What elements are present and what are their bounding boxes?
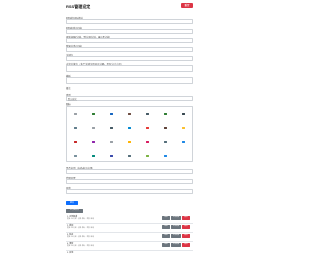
template-textarea[interactable] (66, 77, 193, 84)
refresh-button[interactable]: 立即刷新 (171, 234, 181, 238)
icon-option[interactable] (103, 135, 121, 149)
icon-option[interactable] (139, 107, 157, 121)
bell-icon (146, 113, 149, 115)
subscription-name: 5. 其他 (67, 252, 74, 254)
icon-option[interactable] (157, 107, 175, 121)
icon-option[interactable] (157, 149, 175, 163)
cloud-icon (182, 113, 185, 115)
icon-option[interactable] (139, 149, 157, 163)
dot-icon (92, 127, 95, 129)
subscription-detail: 更新: 30 分钟 · 分类: 默认 · 状态: 启用 (67, 228, 94, 229)
reset-button[interactable]: 重置 (181, 3, 193, 8)
chat-icon (92, 141, 95, 143)
arrow-icon (74, 127, 77, 129)
delete-button[interactable]: 删除 (182, 243, 190, 247)
icon-option[interactable] (175, 135, 193, 149)
icon-grid (66, 106, 193, 162)
type-select-value: 默认模式 (68, 98, 77, 101)
check-icon (110, 127, 113, 129)
filter-textarea[interactable] (66, 65, 193, 72)
leaf-icon (164, 113, 167, 115)
edit-button[interactable]: 编辑 (162, 216, 170, 220)
home-icon (146, 127, 149, 129)
pen-icon (128, 141, 131, 143)
type-select[interactable] (66, 96, 193, 101)
icon-option[interactable] (85, 121, 103, 135)
calendar-icon (128, 127, 131, 129)
icon-option[interactable] (139, 135, 157, 149)
star-icon (182, 127, 185, 129)
icon-option[interactable] (157, 121, 175, 135)
subscription-detail: 更新: 30 分钟 · 分类: 默认 · 状态: 启用 (67, 237, 94, 238)
feed-url-input[interactable] (66, 19, 193, 24)
refresh-button[interactable]: 立即刷新 (171, 225, 181, 229)
icon-option[interactable] (67, 121, 85, 135)
icon-option[interactable] (157, 135, 175, 149)
clip-icon (74, 155, 77, 157)
flag-icon (92, 113, 95, 115)
keyword-input[interactable] (66, 56, 193, 61)
notes-label: 备注 (66, 87, 71, 90)
icon-option[interactable] (67, 135, 85, 149)
other-input[interactable] (66, 189, 193, 194)
icon-option[interactable] (121, 135, 139, 149)
subscription-detail: 更新: 30 分钟 · 分类: 默认 · 状态: 启用 (67, 246, 94, 247)
icon-option[interactable] (175, 107, 193, 121)
dot-icon (74, 113, 77, 115)
category-input[interactable] (66, 47, 193, 52)
icon-option[interactable] (67, 149, 85, 163)
icon-option[interactable] (103, 121, 121, 135)
book-icon (164, 127, 167, 129)
fire-icon (164, 155, 167, 157)
globe-icon (128, 155, 131, 157)
gift-icon (74, 141, 77, 143)
edit-button[interactable]: 编辑 (162, 234, 170, 238)
icon-option[interactable] (85, 135, 103, 149)
icon-option[interactable] (175, 121, 193, 135)
delete-button[interactable]: 删除 (182, 216, 190, 220)
icon-option[interactable] (85, 107, 103, 121)
user-icon (110, 113, 113, 115)
icon-option[interactable] (67, 107, 85, 121)
icon-option[interactable] (139, 121, 157, 135)
feed-name-input[interactable] (66, 29, 193, 34)
music-icon (182, 141, 185, 143)
refresh-button[interactable]: 立即刷新 (171, 216, 181, 220)
icon-option[interactable] (85, 149, 103, 163)
cart-icon (110, 155, 113, 157)
heart-icon (146, 141, 149, 143)
pin-icon (110, 141, 113, 143)
interval-input[interactable] (66, 38, 193, 43)
enabled-input[interactable] (66, 169, 193, 174)
delete-button[interactable]: 删除 (182, 225, 190, 229)
delete-button[interactable]: 删除 (182, 234, 190, 238)
edit-button[interactable]: 编辑 (162, 225, 170, 229)
icon-option[interactable] (121, 121, 139, 135)
proxy-input[interactable] (66, 179, 193, 184)
tag-icon (92, 155, 95, 157)
camera-icon (164, 141, 167, 143)
icon-option[interactable] (103, 149, 121, 163)
icon-option[interactable] (121, 107, 139, 121)
icon-option[interactable] (121, 149, 139, 163)
subscription-list-button[interactable]: 已订阅列表 (66, 209, 83, 213)
page-title: RSS管理设定 (66, 4, 91, 9)
edit-button[interactable]: 编辑 (162, 243, 170, 247)
subscription-detail: 更新: 30 分钟 · 分类: 默认 · 状态: 启用 (67, 219, 94, 220)
map-icon (146, 155, 149, 157)
refresh-button[interactable]: 立即刷新 (171, 243, 181, 247)
icon-option[interactable] (103, 107, 121, 121)
mail-icon (128, 113, 131, 115)
submit-button[interactable]: 提交 (66, 201, 78, 205)
